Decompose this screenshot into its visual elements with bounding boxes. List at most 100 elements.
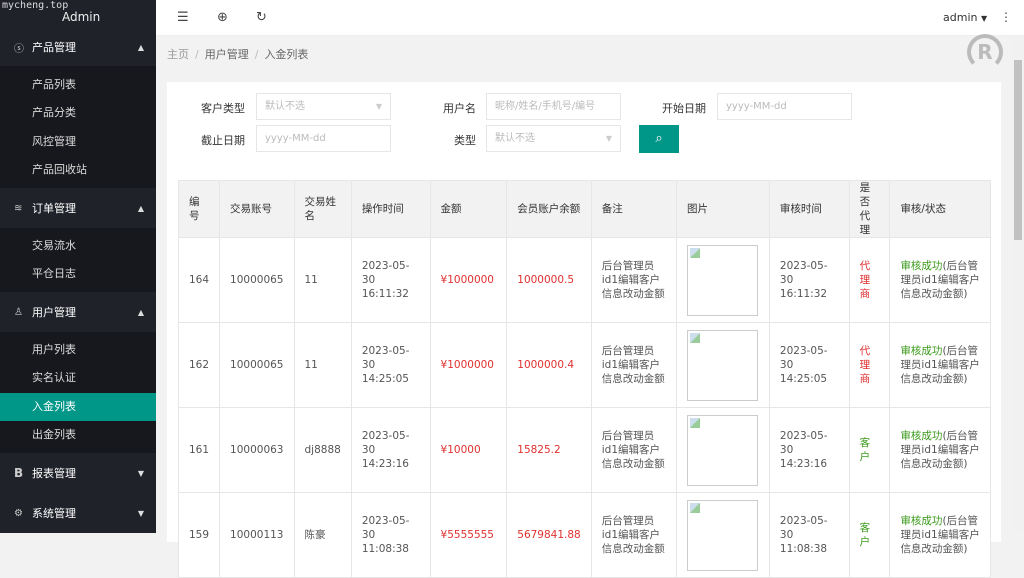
- balance-cell: 5679841.88: [507, 493, 591, 578]
- status-badge: 审核成功: [900, 430, 942, 442]
- note-cell: 后台管理员id1编辑客户信息改动金额: [591, 238, 676, 323]
- breadcrumb: 主页/用户管理/入金列表: [167, 46, 308, 62]
- customer-type-select[interactable]: 默认不选▼: [256, 93, 391, 120]
- broken-image-icon[interactable]: [687, 415, 758, 486]
- column-header: 备注: [591, 181, 676, 238]
- globe-icon[interactable]: ⊕: [217, 10, 228, 25]
- broken-image-icon[interactable]: [687, 500, 758, 571]
- time-cell: 2023-05-30 11:08:38: [351, 493, 430, 578]
- agent-cell: 代理商: [849, 323, 890, 408]
- id-cell: 159: [179, 493, 220, 578]
- sidebar-item-close-log[interactable]: 平仓日志: [0, 260, 156, 288]
- table-row: 16410000065112023-05-30 16:11:32¥1000000…: [179, 238, 991, 323]
- broken-image-icon[interactable]: [687, 330, 758, 401]
- username-input[interactable]: 昵称/姓名/手机号/编号: [486, 93, 621, 120]
- image-cell: [677, 408, 770, 493]
- image-cell: [677, 323, 770, 408]
- table-row: 16110000063dj88882023-05-30 14:23:16¥100…: [179, 408, 991, 493]
- breadcrumb-user[interactable]: 用户管理: [205, 48, 249, 61]
- sidebar-group-system[interactable]: ⚙系统管理▼: [0, 494, 156, 532]
- status-cell: 审核成功(后台管理员id1编辑客户信息改动金额): [890, 493, 991, 578]
- column-header: 审核/状态: [890, 181, 991, 238]
- gear-icon: ⚙: [14, 508, 32, 519]
- image-cell: [677, 493, 770, 578]
- name-cell: dj8888: [294, 408, 351, 493]
- layers-icon: ≋: [14, 203, 32, 214]
- table-row: 16210000065112023-05-30 14:25:05¥1000000…: [179, 323, 991, 408]
- column-header: 是否代理: [849, 181, 890, 238]
- sidebar-group-order[interactable]: ≋订单管理▲: [0, 189, 156, 227]
- time-cell: 2023-05-30 14:25:05: [351, 323, 430, 408]
- app-title: Admin: [62, 10, 100, 24]
- account-cell: 10000065: [220, 323, 294, 408]
- table-row: 15910000113陈豪2023-05-30 11:08:38¥5555555…: [179, 493, 991, 578]
- search-icon: ⌕: [655, 131, 662, 146]
- sidebar-group-user[interactable]: ♙用户管理▲: [0, 293, 156, 331]
- caret-up-icon: ▲: [138, 308, 144, 317]
- agent-cell: 代理商: [849, 238, 890, 323]
- status-cell: 审核成功(后台管理员id1编辑客户信息改动金额): [890, 238, 991, 323]
- sidebar-item-risk[interactable]: 风控管理: [0, 128, 156, 156]
- registered-logo: R: [967, 34, 1003, 70]
- id-cell: 164: [179, 238, 220, 323]
- balance-cell: 1000000.5: [507, 238, 591, 323]
- sidebar-item-trade-flow[interactable]: 交易流水: [0, 232, 156, 260]
- refresh-icon[interactable]: ↻: [256, 10, 267, 25]
- caret-down-icon: ▼: [376, 94, 382, 119]
- image-cell: [677, 238, 770, 323]
- agent-cell: 客户: [849, 408, 890, 493]
- sidebar-item-recycle[interactable]: 产品回收站: [0, 156, 156, 184]
- status-cell: 审核成功(后台管理员id1编辑客户信息改动金额): [890, 408, 991, 493]
- audit-time-cell: 2023-05-30 11:08:38: [769, 493, 849, 578]
- name-cell: 陈豪: [294, 493, 351, 578]
- amount-cell: ¥10000: [430, 408, 507, 493]
- user-menu[interactable]: admin ▼: [943, 11, 987, 24]
- start-date-input[interactable]: yyyy-MM-dd: [717, 93, 852, 120]
- scrollbar-thumb[interactable]: [1014, 60, 1022, 240]
- amount-cell: ¥1000000: [430, 323, 507, 408]
- caret-down-icon: ▼: [138, 469, 144, 478]
- search-button[interactable]: ⌕: [639, 125, 679, 153]
- account-cell: 10000065: [220, 238, 294, 323]
- scrollbar[interactable]: [1012, 36, 1024, 533]
- name-cell: 11: [294, 238, 351, 323]
- type-select[interactable]: 默认不选▼: [486, 125, 621, 152]
- menu-collapse-icon[interactable]: ☰: [177, 10, 189, 25]
- time-cell: 2023-05-30 14:23:16: [351, 408, 430, 493]
- breadcrumb-current: 入金列表: [264, 48, 308, 61]
- note-cell: 后台管理员id1编辑客户信息改动金额: [591, 408, 676, 493]
- sidebar-item-user-list[interactable]: 用户列表: [0, 336, 156, 364]
- more-icon[interactable]: ⋮: [1000, 10, 1012, 24]
- status-badge: 审核成功: [900, 345, 942, 357]
- balance-cell: 1000000.4: [507, 323, 591, 408]
- column-header: 操作时间: [351, 181, 430, 238]
- type-label: 类型: [406, 132, 476, 148]
- group-label: 报表管理: [32, 465, 76, 481]
- id-cell: 161: [179, 408, 220, 493]
- status-cell: 审核成功(后台管理员id1编辑客户信息改动金额): [890, 323, 991, 408]
- id-cell: 162: [179, 323, 220, 408]
- group-label: 用户管理: [32, 304, 76, 320]
- sidebar: mycheng.top Admin ⓢ产品管理▲ 产品列表 产品分类 风控管理 …: [0, 0, 156, 533]
- column-header: 交易姓名: [294, 181, 351, 238]
- username-label: 用户名: [406, 100, 476, 116]
- amount-cell: ¥5555555: [430, 493, 507, 578]
- sidebar-item-product-list[interactable]: 产品列表: [0, 71, 156, 99]
- start-date-label: 开始日期: [636, 100, 706, 116]
- sidebar-item-verification[interactable]: 实名认证: [0, 364, 156, 392]
- username: admin: [943, 11, 977, 24]
- account-cell: 10000113: [220, 493, 294, 578]
- group-label: 系统管理: [32, 505, 76, 521]
- end-date-input[interactable]: yyyy-MM-dd: [256, 125, 391, 152]
- sidebar-item-deposit-list[interactable]: 入金列表: [0, 393, 156, 421]
- breadcrumb-home[interactable]: 主页: [167, 48, 189, 61]
- broken-image-icon[interactable]: [687, 245, 758, 316]
- sidebar-group-report[interactable]: B报表管理▼: [0, 454, 156, 492]
- sidebar-item-withdraw-list[interactable]: 出金列表: [0, 421, 156, 449]
- sidebar-group-product[interactable]: ⓢ产品管理▲: [0, 28, 156, 66]
- caret-down-icon: ▼: [606, 126, 612, 151]
- deposit-table: 编号交易账号交易姓名操作时间金额会员账户余额备注图片审核时间是否代理审核/状态 …: [178, 180, 991, 578]
- caret-down-icon: ▼: [981, 14, 987, 23]
- sidebar-item-product-category[interactable]: 产品分类: [0, 99, 156, 127]
- note-cell: 后台管理员id1编辑客户信息改动金额: [591, 323, 676, 408]
